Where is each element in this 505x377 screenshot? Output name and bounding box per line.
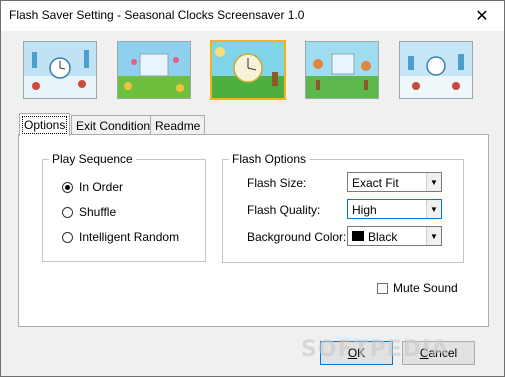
background-color-label: Background Color: [247,230,347,244]
cancel-button-label: Cancel [419,346,458,360]
summer-clock-image [212,42,284,98]
spring-garden-clock-image [118,42,190,98]
thumbnail-spring-garden-clock[interactable] [117,41,191,99]
tab-options[interactable]: Options [19,113,71,136]
radio-shuffle-label: Shuffle [79,205,117,219]
mute-sound-checkbox[interactable]: Mute Sound [377,281,458,295]
chevron-down-icon: ▼ [426,227,441,245]
radio-intelligent-random[interactable]: Intelligent Random [62,230,179,244]
close-icon: ✕ [475,7,489,25]
mute-sound-label: Mute Sound [393,281,458,295]
flash-options-group: Flash Options Flash Size: Exact Fit ▼ Fl… [222,152,464,263]
radio-shuffle[interactable]: Shuffle [62,205,116,219]
settings-window: Flash Saver Setting - Seasonal Clocks Sc… [0,0,505,377]
chevron-down-icon: ▼ [426,200,441,218]
thumbnail-winter-clocks[interactable] [23,41,97,99]
radio-shuffle-indicator [62,206,73,218]
play-sequence-group: Play Sequence In Order Shuffle Intellige… [42,152,206,262]
title-bar[interactable]: Flash Saver Setting - Seasonal Clocks Sc… [1,1,504,31]
flash-quality-select[interactable]: High ▼ [347,199,442,219]
ok-button-label: OK [347,346,366,360]
thumbnail-winter-village-clock[interactable] [399,41,473,99]
tab-exit-conditions[interactable]: Exit Conditions [71,115,162,135]
radio-in-order-label: In Order [79,180,124,194]
close-button[interactable]: ✕ [460,1,504,30]
color-swatch [352,231,364,241]
winter-clocks-image [24,42,96,98]
thumbnail-autumn-clocks[interactable] [305,41,379,99]
flash-size-value: Exact Fit [352,176,399,190]
tab-readme-label: Readme [155,118,201,133]
autumn-clocks-image [306,42,378,98]
tab-exit-conditions-label: Exit Conditions [76,118,157,133]
cancel-button[interactable]: Cancel [402,341,475,365]
window-title: Flash Saver Setting - Seasonal Clocks Sc… [9,8,305,22]
flash-size-select[interactable]: Exact Fit ▼ [347,172,442,192]
tab-readme[interactable]: Readme [150,115,206,135]
winter-village-clock-image [400,42,472,98]
play-sequence-title: Play Sequence [49,152,136,166]
chevron-down-icon: ▼ [426,173,441,191]
ok-button[interactable]: OK [320,341,393,365]
background-color-select[interactable]: Black ▼ [347,226,442,246]
flash-quality-value: High [352,203,377,217]
tab-options-label: Options [21,116,68,134]
background-color-value: Black [368,230,398,244]
options-panel: Play Sequence In Order Shuffle Intellige… [18,134,489,327]
flash-options-title: Flash Options [229,152,310,166]
radio-in-order[interactable]: In Order [62,180,123,194]
flash-size-label: Flash Size: [247,176,307,190]
flash-quality-label: Flash Quality: [247,203,321,217]
radio-intelligent-random-indicator [62,231,73,243]
thumbnail-summer-clock[interactable] [211,41,285,99]
radio-in-order-indicator [62,181,73,193]
mute-sound-box [377,282,388,294]
radio-intelligent-random-label: Intelligent Random [79,230,180,244]
